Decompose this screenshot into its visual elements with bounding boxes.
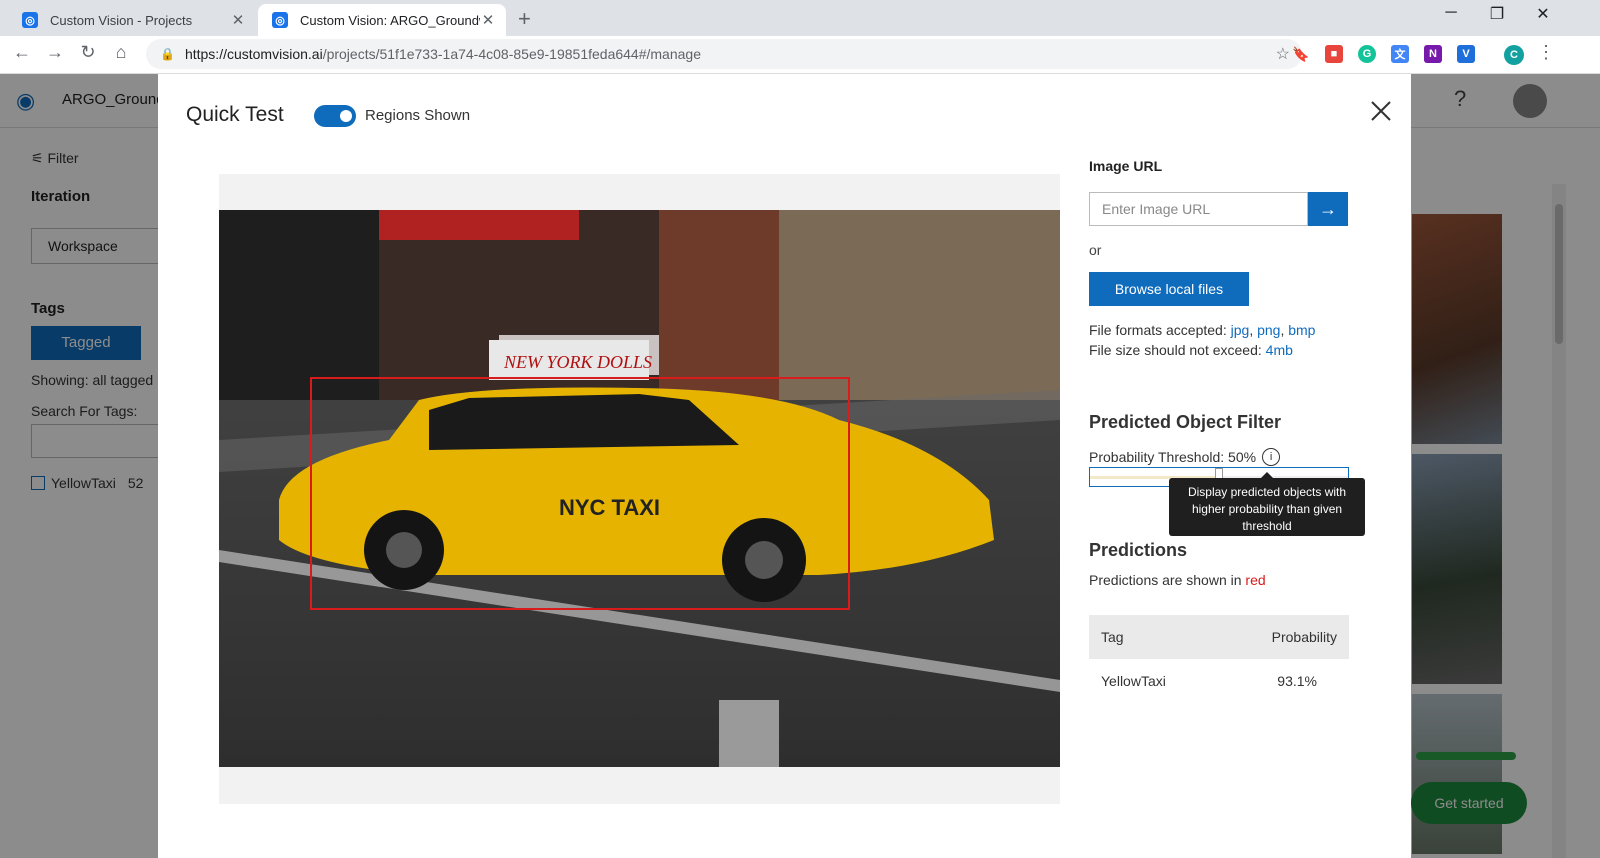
toggle-knob	[340, 110, 352, 122]
size-limit-value: 4mb	[1265, 342, 1293, 358]
info-icon[interactable]: i	[1262, 448, 1281, 466]
probability-threshold-label: Probability Threshold: 50% i	[1089, 448, 1281, 466]
size-prefix: File size should not exceed:	[1089, 342, 1262, 358]
or-text: or	[1089, 242, 1102, 258]
bookmark-icon[interactable]: 🔖	[1292, 45, 1310, 63]
table-header: Tag Probability	[1089, 615, 1349, 659]
tab-title: Custom Vision: ARGO_Groundw	[300, 12, 480, 28]
close-tab-icon[interactable]: ✕	[480, 11, 496, 29]
restore-icon[interactable]: ❐	[1474, 4, 1520, 24]
browser-tab-projects[interactable]: ◎ Custom Vision - Projects ✕	[8, 4, 256, 36]
reload-icon[interactable]: ↻	[76, 42, 100, 63]
url-path: /projects/51f1e733-1a74-4c08-85e9-19851f…	[322, 46, 701, 62]
profile-avatar-icon[interactable]: C	[1504, 45, 1524, 65]
submit-url-button[interactable]: →	[1308, 192, 1348, 226]
table-row: YellowTaxi 93.1%	[1089, 659, 1349, 703]
browser-menu-icon[interactable]: ⋮	[1534, 42, 1558, 63]
format-jpg-link[interactable]: jpg	[1231, 322, 1250, 338]
file-size-text: File size should not exceed: 4mb	[1089, 342, 1293, 358]
prediction-probability: 93.1%	[1277, 673, 1317, 689]
lock-icon: 🔒	[160, 47, 175, 61]
dialog-title: Quick Test	[186, 103, 284, 126]
threshold-tooltip: Display predicted objects with higher pr…	[1169, 472, 1365, 536]
arrow-right-icon: →	[1319, 198, 1337, 219]
grammarly-icon[interactable]: G	[1358, 45, 1376, 63]
prediction-tag: YellowTaxi	[1101, 673, 1166, 689]
close-tab-icon[interactable]: ✕	[230, 11, 246, 29]
translate-icon[interactable]: 文	[1391, 45, 1409, 63]
regions-shown-label: Regions Shown	[365, 107, 471, 124]
extension-v-icon[interactable]: V	[1457, 45, 1475, 63]
browser-tab-argo[interactable]: ◎ Custom Vision: ARGO_Groundw ✕	[258, 4, 506, 36]
svg-text:NEW YORK DOLLS: NEW YORK DOLLS	[503, 352, 652, 372]
file-formats-text: File formats accepted: jpg, png, bmp	[1089, 322, 1316, 338]
format-bmp-link[interactable]: bmp	[1288, 322, 1315, 338]
extension-color-icon[interactable]: ■	[1325, 45, 1343, 63]
browser-tab-bar: ◎ Custom Vision - Projects ✕ ◎ Custom Vi…	[0, 0, 1600, 36]
browse-local-files-button[interactable]: Browse local files	[1089, 272, 1249, 306]
prediction-bounding-box[interactable]	[310, 377, 850, 610]
predicted-object-filter-heading: Predicted Object Filter	[1089, 412, 1282, 432]
column-header-probability: Probability	[1271, 629, 1337, 645]
browser-toolbar: ← → ↻ ⌂ 🔒 https://customvision.ai/projec…	[0, 36, 1600, 74]
image-url-label: Image URL	[1089, 158, 1163, 174]
formats-prefix: File formats accepted:	[1089, 322, 1227, 338]
tab-title: Custom Vision - Projects	[50, 12, 193, 28]
predictions-note: Predictions are shown in red	[1089, 572, 1266, 588]
address-bar[interactable]: 🔒 https://customvision.ai/projects/51f1e…	[146, 39, 1302, 69]
image-url-input[interactable]	[1089, 192, 1308, 226]
predictions-heading: Predictions	[1089, 540, 1188, 560]
url-host: https://customvision.ai	[184, 46, 323, 62]
custom-vision-favicon-icon: ◎	[272, 12, 288, 28]
onenote-icon[interactable]: N	[1424, 45, 1442, 63]
test-image-frame: NYC TAXI NEW YORK DOLLS	[219, 174, 1060, 804]
predictions-table: Tag Probability YellowTaxi 93.1%	[1089, 615, 1349, 703]
back-icon[interactable]: ←	[10, 42, 34, 63]
format-png-link[interactable]: png	[1257, 322, 1280, 338]
threshold-text: Probability Threshold: 50%	[1089, 449, 1257, 465]
forward-icon[interactable]: →	[43, 42, 67, 63]
minimize-icon[interactable]: ─	[1428, 4, 1474, 22]
column-header-tag: Tag	[1101, 629, 1124, 645]
home-icon[interactable]: ⌂	[109, 42, 133, 63]
regions-shown-toggle[interactable]	[314, 105, 356, 127]
custom-vision-favicon-icon: ◎	[22, 12, 38, 28]
bookmark-star-icon[interactable]: ☆	[1276, 44, 1290, 64]
new-tab-icon[interactable]: +	[518, 6, 531, 32]
window-close-icon[interactable]: ✕	[1520, 4, 1566, 24]
quick-test-panel: Image URL → or Browse local files File f…	[1089, 74, 1389, 858]
predictions-note-color: red	[1245, 572, 1266, 588]
predictions-note-prefix: Predictions are shown in	[1089, 572, 1242, 588]
quick-test-dialog: Quick Test Regions Shown NYC TAXI NEW YO…	[158, 74, 1411, 858]
